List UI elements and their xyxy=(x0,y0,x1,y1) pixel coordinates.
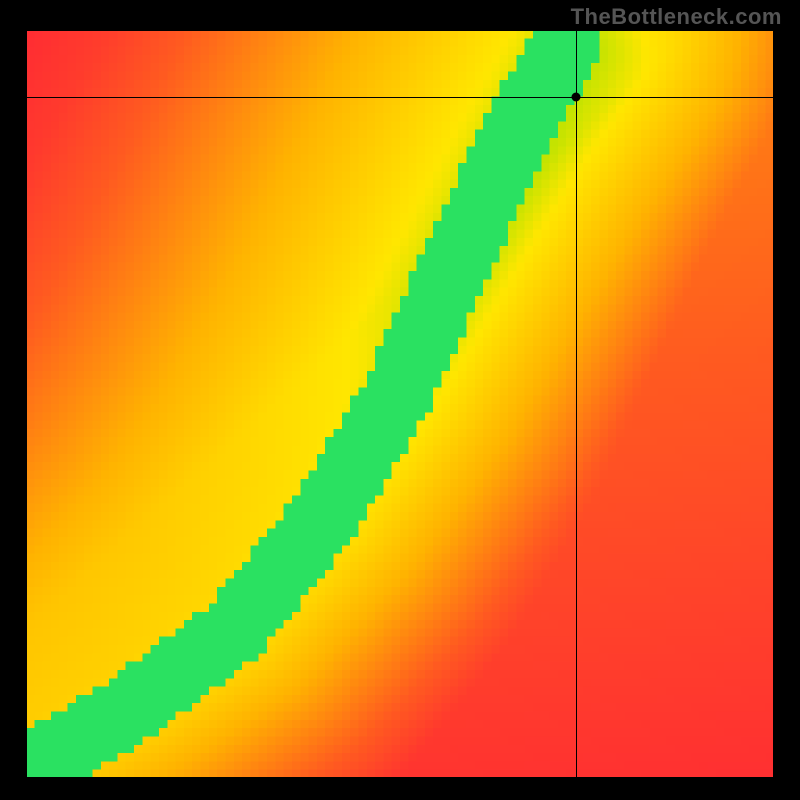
chart-stage: TheBottleneck.com xyxy=(0,0,800,800)
watermark-text: TheBottleneck.com xyxy=(571,4,782,30)
heatmap-canvas xyxy=(26,30,774,778)
heatmap-plot xyxy=(26,30,774,778)
